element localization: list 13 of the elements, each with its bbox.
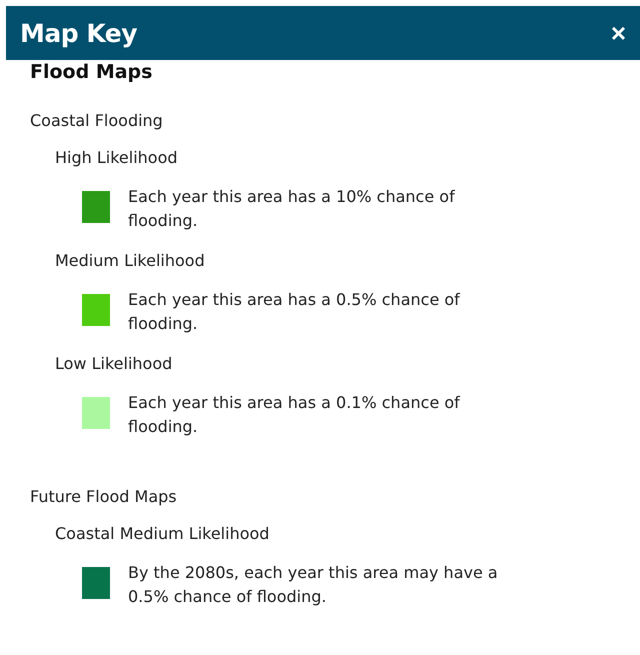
close-button[interactable]: ×: [610, 20, 626, 46]
window-title: Map Key: [20, 18, 138, 48]
legend-description: By the 2080s, each year this area may have a 0.5% chance of flooding.: [128, 562, 499, 608]
category-title: Future Flood Maps: [30, 487, 178, 506]
legend-description: Each year this area has a 0.5% chance of flooding.: [128, 289, 461, 335]
category-title: Coastal Flooding: [30, 111, 164, 130]
section-heading: Flood Maps: [30, 61, 154, 83]
legend-label: Medium Likelihood: [55, 251, 206, 270]
legend-label: Low Likelihood: [55, 354, 174, 373]
legend-label: High Likelihood: [55, 148, 179, 167]
legend-description: Each year this area has a 10% chance of flooding.: [128, 186, 456, 232]
legend-label: Coastal Medium Likelihood: [55, 524, 270, 543]
legend-description: Each year this area has a 0.1% chance of flooding.: [128, 392, 461, 438]
